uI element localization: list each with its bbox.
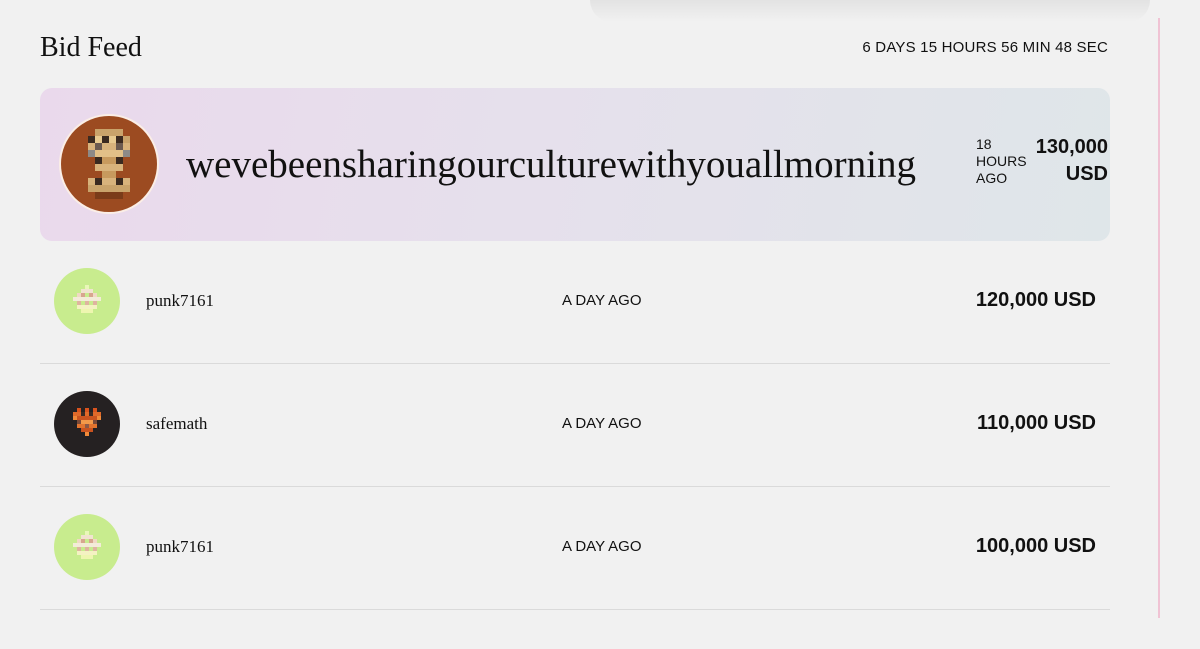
bidder-name[interactable]: punk7161 (146, 291, 214, 311)
bid-row[interactable]: safemath A DAY AGO 110,000 USD (40, 364, 1110, 487)
bidder-name[interactable]: punk7161 (146, 537, 214, 557)
right-divider (1158, 18, 1160, 618)
bid-time: A DAY AGO (562, 415, 642, 432)
bidder-name[interactable]: safemath (146, 414, 207, 434)
top-shadow (590, 0, 1150, 22)
bid-amount: 120,000 USD (975, 289, 1096, 311)
bid-row[interactable]: punk7161 A DAY AGO 100,000 USD (40, 487, 1110, 610)
pixel-punk-avatar-icon (73, 531, 101, 559)
feed-header: Bid Feed 6 DAYS 15 HOURS 56 MIN 48 SEC (40, 30, 1110, 70)
avatar[interactable] (59, 114, 159, 214)
bid-row[interactable]: punk7161 A DAY AGO 120,000 USD (40, 241, 1110, 364)
avatar[interactable] (54, 514, 120, 580)
avatar[interactable] (54, 268, 120, 334)
bid-amount: 110,000 USD (977, 412, 1096, 434)
pixel-punk-avatar-icon (73, 408, 101, 436)
bid-amount: 100,000 USD (975, 535, 1096, 557)
top-bidder-name[interactable]: wevebeensharingourculturewithyouallmorni… (186, 143, 916, 187)
bid-time: A DAY AGO (562, 538, 642, 555)
auction-countdown: 6 DAYS 15 HOURS 56 MIN 48 SEC (862, 39, 1108, 56)
pixel-punk-avatar-icon (73, 285, 101, 313)
page-title: Bid Feed (40, 32, 142, 63)
bid-time: A DAY AGO (562, 292, 642, 309)
top-bid-card[interactable]: wevebeensharingourculturewithyouallmorni… (40, 88, 1110, 241)
avatar[interactable] (54, 391, 120, 457)
top-bid-amount: 130,000 USD (1035, 136, 1108, 185)
pixel-punk-avatar-icon (88, 129, 130, 199)
